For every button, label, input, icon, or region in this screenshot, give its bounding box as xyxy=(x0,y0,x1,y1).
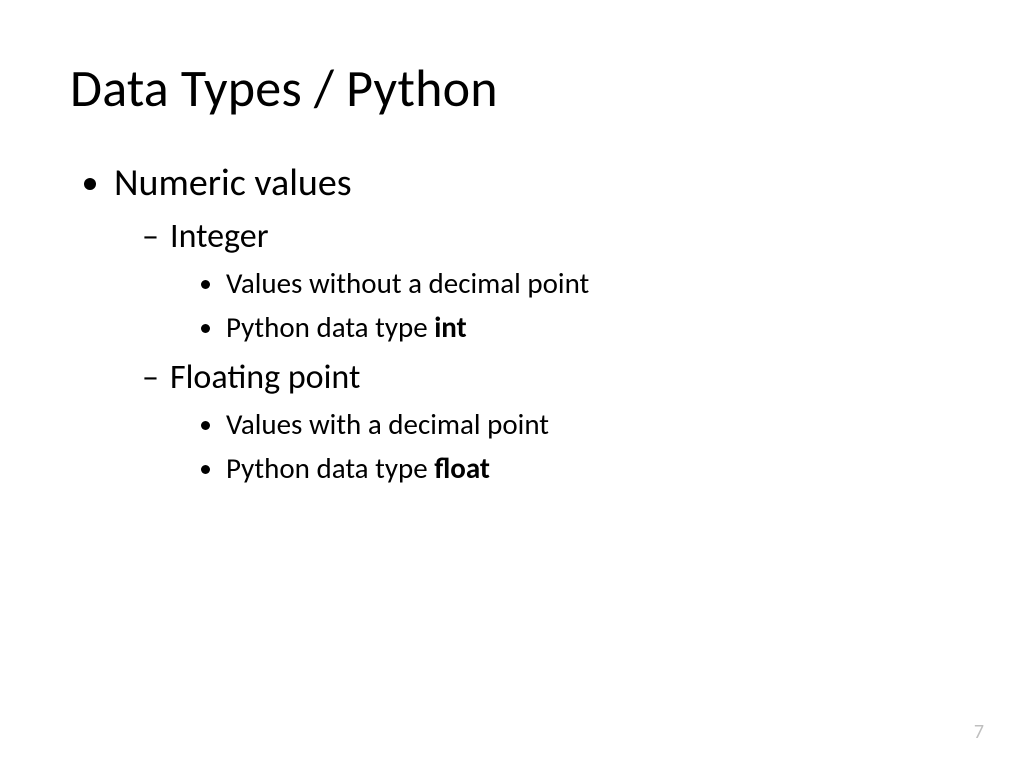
list-item: Values without a decimal point xyxy=(226,265,954,301)
list-item: Floating point Values with a decimal poi… xyxy=(142,357,954,486)
bullet-bold: int xyxy=(434,309,466,345)
bullet-list-level2: Integer Values without a decimal point P… xyxy=(114,216,954,486)
list-item: Integer Values without a decimal point P… xyxy=(142,216,954,345)
page-number: 7 xyxy=(974,720,984,744)
slide: Data Types / Python Numeric values Integ… xyxy=(0,0,1024,768)
bullet-list-level3: Values with a decimal point Python data … xyxy=(170,406,954,486)
bullet-text: Integer xyxy=(170,216,269,257)
bullet-text: Values with a decimal point xyxy=(226,406,549,442)
bullet-list-level1: Numeric values Integer Values without a … xyxy=(70,160,954,486)
list-item: Python data type float xyxy=(226,450,954,486)
bullet-text: Python data type xyxy=(226,450,434,486)
bullet-text: Python data type xyxy=(226,309,434,345)
bullet-list-level3: Values without a decimal point Python da… xyxy=(170,265,954,345)
list-item: Numeric values Integer Values without a … xyxy=(114,160,954,486)
slide-title: Data Types / Python xyxy=(70,56,954,120)
list-item: Values with a decimal point xyxy=(226,406,954,442)
bullet-text: Floating point xyxy=(170,357,360,398)
bullet-bold: float xyxy=(434,450,490,486)
list-item: Python data type int xyxy=(226,309,954,345)
bullet-text: Numeric values xyxy=(114,160,352,206)
bullet-text: Values without a decimal point xyxy=(226,265,589,301)
